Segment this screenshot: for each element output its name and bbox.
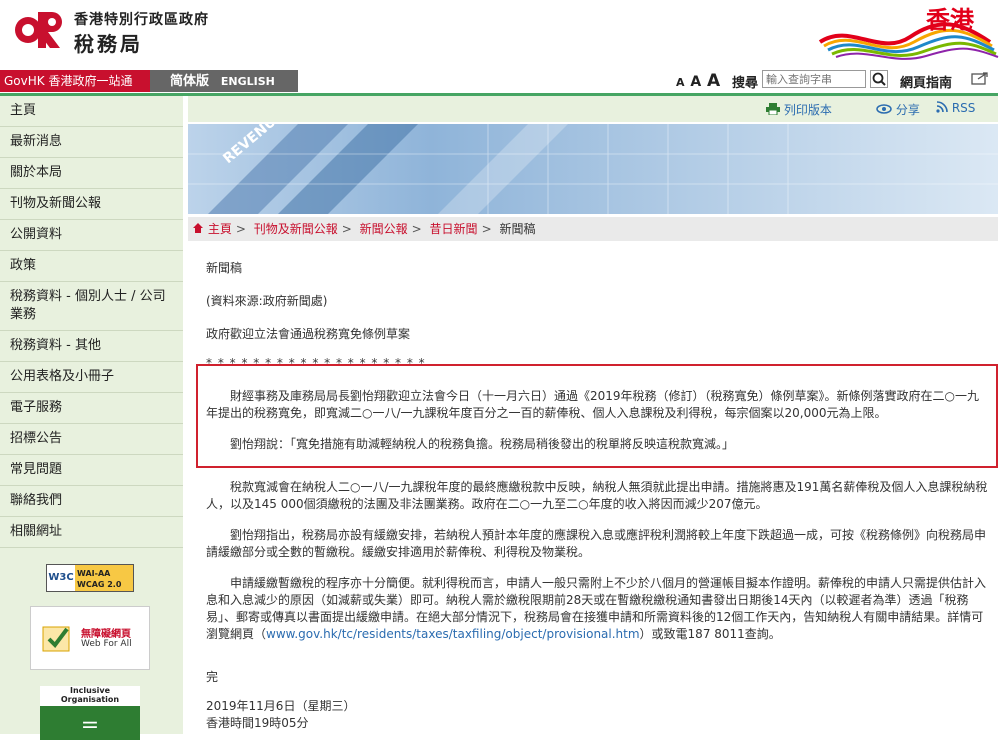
page-tools-bar: 列印版本 分享 RSS [188,96,998,122]
main-content-area: 列印版本 分享 RSS REVENUE 主頁 > 刊物及新聞公報 > 新聞公報 … [188,96,998,734]
sidebar-item-public-information[interactable]: 公開資料 [0,220,183,251]
article-heading: 新聞稿 [206,261,243,275]
article: 新聞稿 (資料來源:政府新聞處) 政府歡迎立法會通過稅務寬免條例草案 * * *… [206,260,996,732]
inclusive-logo-icon: = [40,706,140,740]
sidebar-item-contact-us[interactable]: 聯絡我們 [0,486,183,517]
share-eye-icon [876,104,892,114]
article-time: 香港時間19時05分 [206,716,309,730]
article-paragraph-4: 劉怡翔指出，稅務局亦設有緩繳安排，若納稅人預計本年度的應課稅入息或應評稅利潤將較… [206,528,987,559]
share-label: 分享 [895,103,920,117]
web-for-all-icon [42,626,70,652]
department-name: 稅務局 [74,32,143,56]
wcag-label: WAI-AA WCAG 2.0 [77,569,122,589]
font-size-large-button[interactable]: A [707,71,720,91]
top-navigation-bar: GovHK 香港政府一站通 简体版 ENGLISH A A A 搜尋 網頁指南 [0,70,1008,92]
font-size-controls: A A A [676,70,722,92]
article-title: 政府歡迎立法會通過稅務寬免條例草案 [206,327,411,341]
article-paragraph-3: 稅款寬減會在納稅人二○一八/一九課稅年度的最終應繳稅款中反映，納稅人無須就此提出… [206,480,988,511]
lang-english-link[interactable]: ENGLISH [221,71,275,93]
print-label: 列印版本 [783,103,832,117]
provisional-tax-link[interactable]: www.gov.hk/tc/residents/taxes/taxfiling/… [266,627,640,641]
web-for-all-en: Web For All [81,639,132,649]
printer-icon [766,103,780,116]
print-version-link[interactable]: 列印版本 [766,101,832,118]
rss-label: RSS [951,101,976,115]
search-label: 搜尋 [732,76,759,91]
inclusive-organisation-badge[interactable]: Inclusive Organisation = [40,686,140,740]
share-icon[interactable] [970,70,990,88]
lang-simplified-link[interactable]: 简体版 [170,71,209,93]
paragraph-5-text-b: ）或致電187 8011查詢。 [639,627,781,641]
brand-hong-kong-text: 香港 [926,6,974,34]
rss-link[interactable]: RSS [936,101,975,115]
govhk-link[interactable]: GovHK 香港政府一站通 [0,70,150,92]
site-header: 香港特別行政區政府 稅務局 香港 [0,0,1008,70]
article-paragraph-5: 申請緩繳暫繳稅的程序亦十分簡便。就利得稅而言，申請人一般只需附上不少於八個月的營… [206,575,988,643]
sidebar-item-home[interactable]: 主頁 [0,96,183,127]
article-end: 完 [206,670,219,684]
sidebar-item-forms[interactable]: 公用表格及小冊子 [0,362,183,393]
search-icon [872,72,886,86]
sidebar-item-publications-press[interactable]: 刊物及新聞公報 [0,189,183,220]
article-date: 2019年11月6日（星期三） [206,699,356,713]
sidebar-item-about-us[interactable]: 關於本局 [0,158,183,189]
font-size-small-button[interactable]: A [676,76,685,89]
web-for-all-badge[interactable]: 無障礙網頁 Web For All [30,606,150,670]
font-size-medium-button[interactable]: A [690,74,701,90]
svg-text:=: = [81,713,99,738]
sidebar-item-faq[interactable]: 常見問題 [0,455,183,486]
ird-logo-icon[interactable] [14,8,64,52]
article-source: (資料來源:政府新聞處) [206,294,328,308]
search-input[interactable] [762,70,866,88]
sidebar-item-tax-other[interactable]: 稅務資料 - 其他 [0,331,183,362]
sitemap-link[interactable]: 網頁指南 [900,72,952,91]
article-paragraph-1: 財經事務及庫務局局長劉怡翔歡迎立法會今日（十一月六日）通過《2019年稅務（修訂… [206,389,980,420]
revenue-banner-image: REVENUE [188,124,998,214]
department-subtitle: 香港特別行政區政府 [74,12,209,28]
breadcrumb-archive[interactable]: 昔日新聞 [430,222,478,236]
sidebar-item-tenders[interactable]: 招標公告 [0,424,183,455]
breadcrumb-home[interactable]: 主頁 [208,222,232,236]
sidebar-item-related-links[interactable]: 相關網址 [0,517,183,548]
breadcrumb-publications[interactable]: 刊物及新聞公報 [254,222,338,236]
sidebar-item-latest-news[interactable]: 最新消息 [0,127,183,158]
search-button[interactable] [870,70,888,88]
inclusive-label: Inclusive Organisation [60,686,120,704]
article-separator: * * * * * * * * * * * * * * * * * * * [206,356,426,370]
language-switcher: 简体版 ENGLISH [150,70,298,92]
sidebar-item-tax-individuals-business[interactable]: 稅務資料 - 個別人士 / 公司業務 [0,282,183,331]
breadcrumb-current: 新聞稿 [499,222,536,236]
wcag-badge[interactable]: W3C WAI-AA WCAG 2.0 [46,564,134,592]
breadcrumb-press-releases[interactable]: 新聞公報 [360,222,408,236]
home-icon[interactable] [192,222,204,234]
rss-icon [936,101,948,113]
w3c-logo: W3C [47,565,75,591]
web-for-all-cn: 無障礙網頁 [81,629,131,640]
sidebar-item-e-services[interactable]: 電子服務 [0,393,183,424]
article-paragraph-2: 劉怡翔說：「寬免措施有助減輕納稅人的稅務負擔。稅務局稍後發出的稅單將反映這稅款寬… [230,437,735,451]
share-link[interactable]: 分享 [876,101,920,118]
sidebar-item-policy[interactable]: 政策 [0,251,183,282]
breadcrumb: 主頁 > 刊物及新聞公報 > 新聞公報 > 昔日新聞 > 新聞稿 [188,217,998,241]
sidebar-navigation: 主頁 最新消息 關於本局 刊物及新聞公報 公開資料 政策 稅務資料 - 個別人士… [0,96,183,740]
